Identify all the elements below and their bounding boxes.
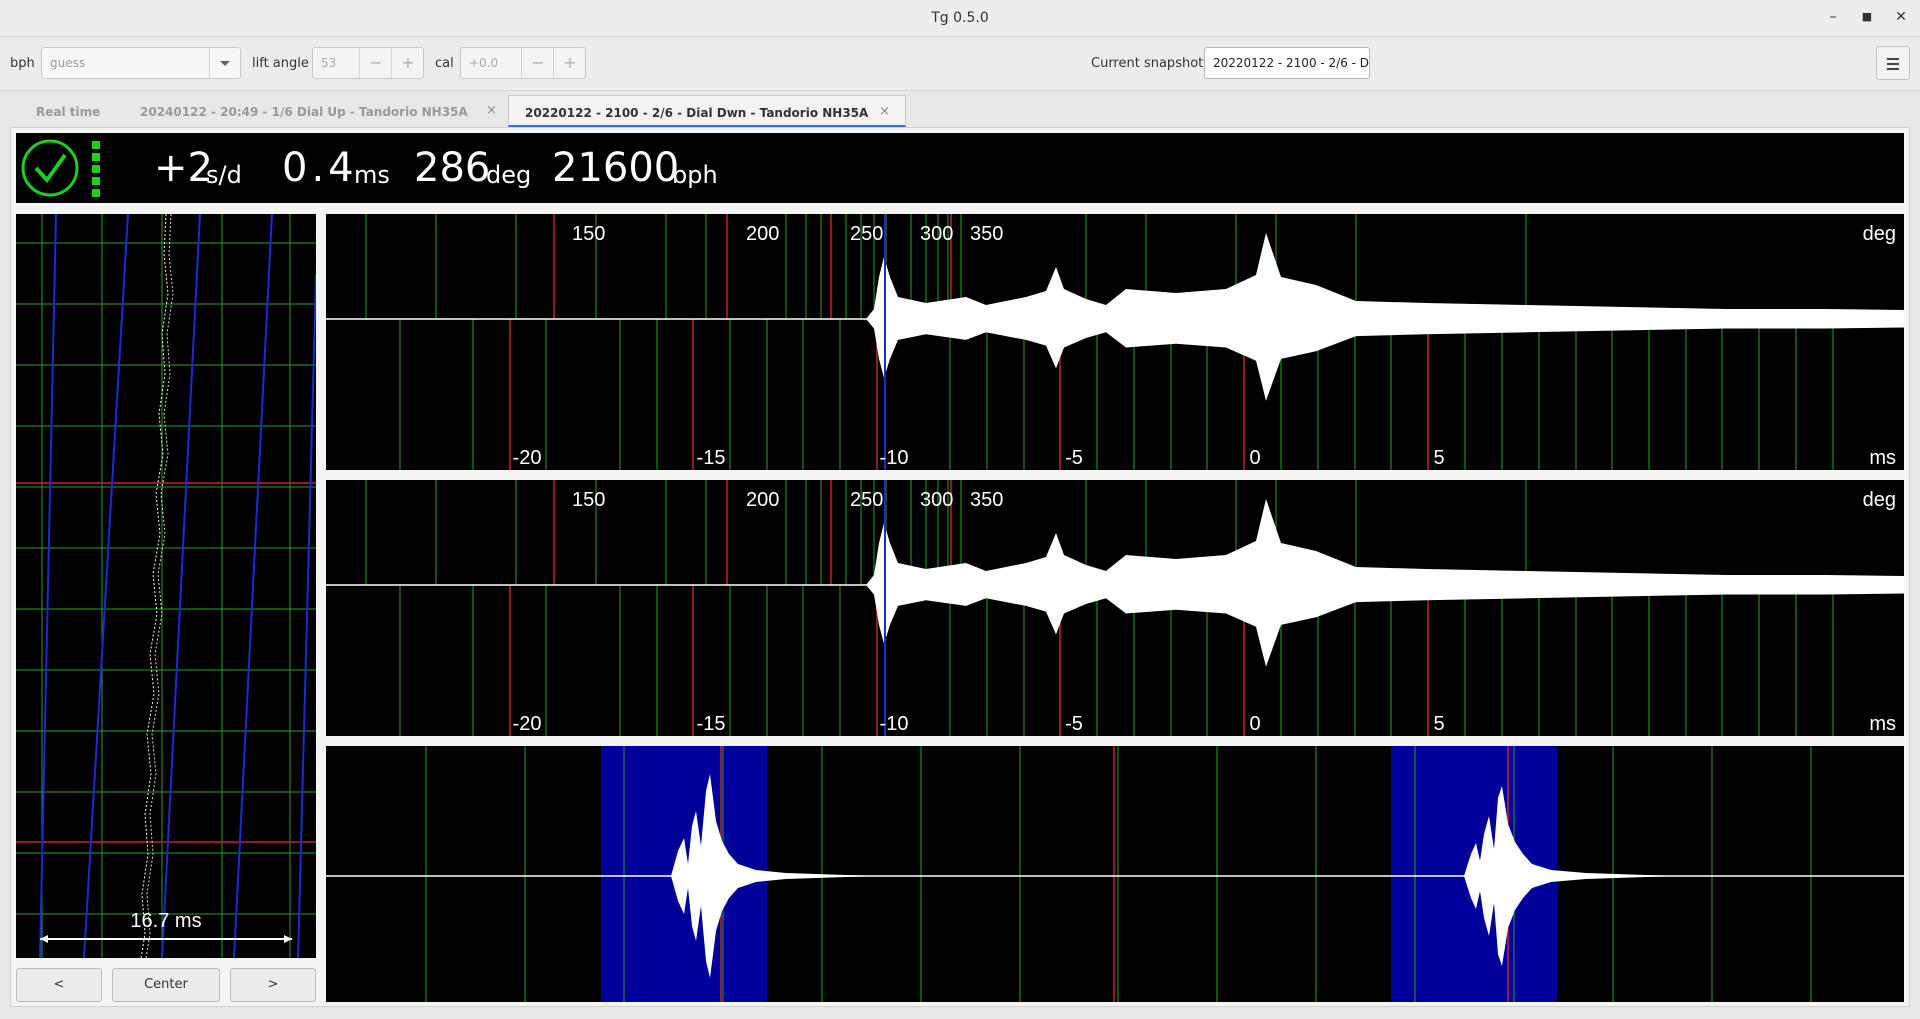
bph-select[interactable]: guess xyxy=(41,47,241,79)
waveform-envelope xyxy=(326,499,1904,667)
ms-tick-label: 5 xyxy=(1433,713,1444,735)
degree-tick-label: 200 xyxy=(746,489,779,511)
bph-unit: bph xyxy=(672,161,718,189)
degree-tick-label: 200 xyxy=(746,223,779,245)
degree-tick-label: 350 xyxy=(970,223,1003,245)
degree-tick-label: 300 xyxy=(920,223,953,245)
rate-unit: s/d xyxy=(206,161,242,189)
hamburger-icon xyxy=(1887,58,1899,60)
ms-tick-label: 0 xyxy=(1249,447,1260,469)
ms-tick-label: -10 xyxy=(880,713,909,735)
tic-waveform-plot: 150 200 250 300 350 deg -20 -15 -10 -5 0 5 ms xyxy=(326,214,1904,470)
degree-tick-label: 350 xyxy=(970,489,1003,511)
menu-button[interactable] xyxy=(1876,46,1910,80)
shift-right-button[interactable]: > xyxy=(230,968,316,1002)
ms-tick-label: -5 xyxy=(1065,447,1083,469)
ms-tick-label: -10 xyxy=(880,447,909,469)
ms-tick-label: -15 xyxy=(697,713,726,735)
cal-decrement-button[interactable]: − xyxy=(521,48,554,78)
ms-unit-label: ms xyxy=(1869,713,1896,735)
paperstrip-scale-label: 16.7 ms xyxy=(130,910,201,932)
degree-unit-label: deg xyxy=(1863,489,1896,511)
shift-left-button[interactable]: < xyxy=(16,968,102,1002)
ms-tick-label: 5 xyxy=(1433,447,1444,469)
paperstrip-panel[interactable]: 16.7 ms xyxy=(16,214,316,958)
paperstrip-plot: 16.7 ms xyxy=(16,214,316,958)
cal-increment-button[interactable]: + xyxy=(553,48,586,78)
cal-label: cal xyxy=(435,56,454,71)
toolbar: bph guess lift angle 53 − + cal +0.0 − +… xyxy=(0,37,1920,91)
bph-select-value: guess xyxy=(50,56,86,70)
measurement-bar: +2 s/d 0.4 ms 286 deg 21600 bph xyxy=(16,133,1904,203)
period-waveform-panel xyxy=(326,746,1904,1002)
close-tab-icon[interactable]: × xyxy=(879,104,890,119)
toc-waveform-panel: 150 200 250 300 350 deg -20 -15 -10 -5 0 5 ms xyxy=(326,480,1904,736)
check-circle-icon xyxy=(21,139,100,197)
snapshot-label: Current snapshot: xyxy=(1091,56,1208,71)
tab-label: 20240122 - 20:49 - 1/6 Dial Up - Tandori… xyxy=(140,105,468,119)
lift-angle-label: lift angle xyxy=(252,56,309,71)
period-waveform-plot xyxy=(326,746,1904,1002)
lift-angle-decrement-button[interactable]: − xyxy=(359,48,392,78)
degree-tick-label: 150 xyxy=(572,223,605,245)
degree-tick-label: 150 xyxy=(572,489,605,511)
cal-spinner[interactable]: +0.0 − + xyxy=(460,47,586,79)
tab-label: 20220122 - 2100 - 2/6 - Dial Dwn - Tando… xyxy=(525,106,869,120)
beat-error-value: 0.4 xyxy=(282,145,358,191)
ms-tick-label: -20 xyxy=(513,713,542,735)
close-window-icon[interactable]: ✕ xyxy=(1890,6,1912,28)
toc-waveform-plot: 150 200 250 300 350 deg -20 -15 -10 -5 0 5 ms xyxy=(326,480,1904,736)
degree-tick-label: 300 xyxy=(920,489,953,511)
tab-real-time[interactable]: Real time xyxy=(12,95,122,127)
beat-error-unit: ms xyxy=(354,161,390,189)
snapshot-name-value: 20220122 - 2100 - 2/6 - D xyxy=(1213,56,1370,70)
degree-tick-label: 250 xyxy=(850,223,883,245)
tab-bar: Real time 20240122 - 20:49 - 1/6 Dial Up… xyxy=(10,91,1910,127)
waveform-envelope xyxy=(326,233,1904,401)
bph-value: 21600 xyxy=(552,145,680,191)
close-tab-icon[interactable]: × xyxy=(486,103,497,118)
ms-tick-label: 0 xyxy=(1249,713,1260,735)
ms-unit-label: ms xyxy=(1869,447,1896,469)
title-bar: Tg 0.5.0 – ■ ✕ xyxy=(0,0,1920,37)
minimize-icon[interactable]: – xyxy=(1822,6,1844,28)
snapshot-name-field[interactable]: 20220122 - 2100 - 2/6 - D xyxy=(1204,47,1370,79)
tab-snapshot-dial-down[interactable]: 20220122 - 2100 - 2/6 - Dial Dwn - Tando… xyxy=(508,95,906,127)
degree-unit-label: deg xyxy=(1863,223,1896,245)
maximize-icon[interactable]: ■ xyxy=(1856,6,1878,28)
lift-angle-increment-button[interactable]: + xyxy=(391,48,424,78)
lift-angle-spinner[interactable]: 53 − + xyxy=(312,47,424,79)
rate-value: +2 xyxy=(154,145,213,191)
ms-tick-label: -5 xyxy=(1065,713,1083,735)
chevron-down-icon xyxy=(220,61,230,66)
bph-dropdown-button[interactable] xyxy=(209,48,240,78)
ms-tick-label: -15 xyxy=(697,447,726,469)
ms-tick-label: -20 xyxy=(513,447,542,469)
amplitude-value: 286 xyxy=(414,145,491,191)
window-title: Tg 0.5.0 xyxy=(931,10,989,26)
lift-angle-value: 53 xyxy=(321,56,337,70)
amplitude-unit: deg xyxy=(486,161,532,189)
degree-tick-label: 250 xyxy=(850,489,883,511)
cal-value: +0.0 xyxy=(469,56,499,70)
tab-snapshot-dial-up[interactable]: 20240122 - 20:49 - 1/6 Dial Up - Tandori… xyxy=(124,95,516,127)
tab-label: Real time xyxy=(36,105,101,119)
bph-label: bph xyxy=(10,56,35,71)
tic-waveform-panel: 150 200 250 300 350 deg -20 -15 -10 -5 0 5 ms xyxy=(326,214,1904,470)
center-button[interactable]: Center xyxy=(112,968,220,1002)
